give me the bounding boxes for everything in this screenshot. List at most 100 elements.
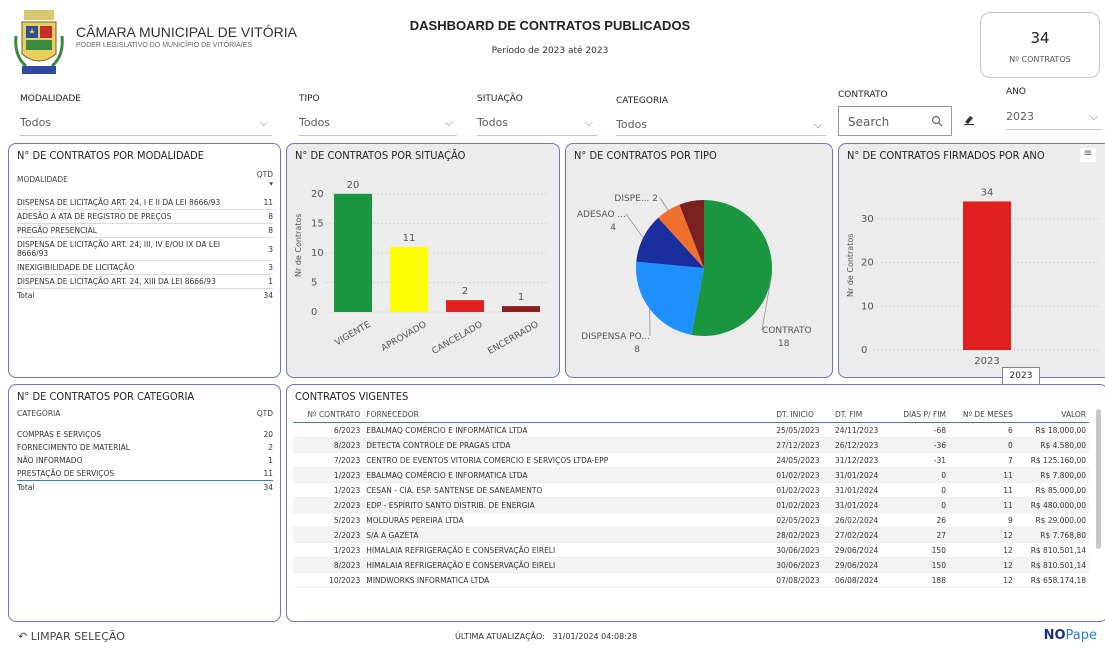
modalidade-name: DISPENSA DE LICITAÇÃO ART. 24, XIII DA L…: [17, 274, 252, 289]
table-row[interactable]: 1/2023 CESAN - CIA. ESP. SANTENSE DE SANE…: [293, 482, 1089, 498]
column-header[interactable]: DIAS P/ FIM: [890, 407, 949, 423]
table-row[interactable]: 5/2023 MOLDURAS PEREIRA LTDA 02/05/2023 26/…: [293, 512, 1089, 528]
tipo-panel-title: N° DE CONTRATOS POR TIPO: [574, 149, 717, 162]
col-modalidade[interactable]: MODALIDADE: [17, 168, 251, 196]
y-tick-label: 20: [861, 258, 874, 269]
bar[interactable]: [334, 193, 372, 312]
table-row[interactable]: DISPENSA DE LICITAÇÃO ART. 24, I E II DA…: [17, 196, 273, 210]
column-header[interactable]: Nº DE MESES: [948, 407, 1016, 423]
bar[interactable]: [446, 300, 484, 312]
modalidade-qtd: 1: [251, 274, 273, 289]
x-tick-label: 2023: [974, 356, 999, 367]
table-row[interactable]: 8/2023 DETECTA CONTROLE DE PRAGAS LTDA 27/…: [293, 437, 1089, 453]
ano-bar-chart: Nr de Contratos 0 10 20 30 34 2023: [846, 187, 1101, 367]
table-cell: 5/2023: [293, 512, 364, 528]
table-cell: 24/05/2023: [773, 452, 833, 468]
col-qtd[interactable]: QTD: [241, 407, 273, 428]
table-cell: 150: [890, 557, 949, 573]
table-row[interactable]: NÃO INFORMADO 1: [17, 454, 273, 467]
filter-situacao-dropdown[interactable]: Todos ⌵: [477, 116, 597, 136]
slice-label: ADESAO ...: [577, 210, 626, 220]
table-cell: 11: [948, 497, 1016, 513]
table-row[interactable]: 6/2023 EBALMAQ COMÉRCIO E INFORMÁTICA LTD…: [293, 422, 1089, 438]
col-categoria[interactable]: CATEGORIA: [17, 407, 241, 428]
filter-contrato-label: CONTRATO: [838, 90, 888, 100]
contracts-count-card: 34 Nº CONTRATOS: [980, 12, 1100, 78]
filter-tipo-dropdown[interactable]: Todos ⌵: [299, 116, 457, 136]
table-row[interactable]: 8/2023 HIMALAIA REFRIGERAÇÃO E CONSERVAÇÃ…: [293, 557, 1089, 573]
table-cell: 1/2023: [293, 542, 364, 558]
table-scrollbar[interactable]: [1096, 409, 1101, 549]
modalidade-qtd: 3: [251, 237, 273, 261]
table-cell: 31/12/2023: [832, 452, 891, 468]
last-update-value: 31/01/2024 04:08:28: [552, 632, 638, 641]
table-row[interactable]: 7/2023 CENTRO DE EVENTOS VITORIA COMERCIO…: [293, 452, 1089, 468]
filter-modalidade-dropdown[interactable]: Todos ⌵: [20, 116, 272, 136]
table-cell: R$ 658.174,18: [1015, 572, 1089, 588]
table-row[interactable]: DISPENSA DE LICITAÇÃO ART. 24, XIII DA L…: [17, 274, 273, 289]
table-row[interactable]: 2/2023 EDP - ESPÍRITO SANTO DISTRIB. DE E…: [293, 497, 1089, 513]
categoria-name: PRESTAÇÃO DE SERVIÇOS: [17, 469, 115, 478]
table-cell: 07/08/2023: [773, 572, 833, 588]
slice-label: DISPENSA PO...: [581, 332, 650, 342]
filter-icon[interactable]: ≡: [1080, 148, 1096, 162]
table-cell: 11: [948, 467, 1016, 483]
table-cell: 27: [890, 527, 949, 543]
table-cell: 25/05/2023: [773, 422, 833, 438]
contrato-search-input[interactable]: Search: [838, 106, 952, 136]
column-header[interactable]: DT. INICIO: [773, 407, 833, 423]
table-cell: HIMALAIA REFRIGERAÇÃO E CONSERVAÇÃO EIRE…: [363, 542, 774, 558]
slice-label: DISPE... 2: [614, 194, 658, 204]
table-cell: 31/01/2024: [832, 482, 891, 498]
slice-value: 4: [610, 223, 616, 233]
table-cell: 150: [890, 542, 949, 558]
contracts-count-value: 34: [1030, 29, 1050, 47]
table-cell: 7: [948, 452, 1016, 468]
table-row[interactable]: 2/2023 S/A A GAZETA 28/02/2023 27/02/2024 27…: [293, 527, 1089, 543]
column-header[interactable]: FORNECEDOR: [363, 407, 774, 423]
tipo-panel: N° DE CONTRATOS POR TIPO CONTRATO 18 DISPE…: [565, 143, 833, 378]
leader-line: [659, 197, 669, 211]
column-header[interactable]: VALOR: [1015, 407, 1089, 423]
table-cell: 26/02/2024: [832, 512, 891, 528]
x-tick-label: CANCELADO: [431, 320, 485, 357]
table-row[interactable]: FORNECIMENTO DE MATERIAL 2: [17, 441, 273, 454]
brand-logo-part-a: NO: [1043, 628, 1066, 643]
categoria-table: CATEGORIA QTD COMPRAS E SERVIÇOS 20 FORNEC…: [17, 407, 273, 494]
table-row[interactable]: 1/2023 HIMALAIA REFRIGERAÇÃO E CONSERVAÇÃ…: [293, 542, 1089, 558]
table-row[interactable]: DISPENSA DE LICITAÇÃO ART. 24, III, IV E…: [17, 237, 273, 261]
slice-value: 8: [634, 345, 640, 355]
last-update-label: ÚLTIMA ATUALIZAÇÃO:: [455, 632, 545, 641]
ano-panel-title: N° DE CONTRATOS FIRMADOS POR ANO: [847, 149, 1045, 162]
table-row[interactable]: 1/2023 EBALMAQ COMÉRCIO E INFORMATICA LTD…: [293, 467, 1089, 483]
table-row[interactable]: PREGÃO PRESENCIAL 8: [17, 223, 273, 238]
filter-categoria-dropdown[interactable]: Todos ⌵: [616, 118, 826, 136]
chevron-down-icon: ⌵: [584, 116, 593, 129]
sort-desc-icon: ▾: [269, 179, 273, 188]
bar[interactable]: [390, 247, 428, 312]
y-tick-label: 0: [311, 307, 317, 318]
table-row[interactable]: 10/2023 MINDWORKS INFORMATICA LTDA 07/08/2…: [293, 572, 1089, 588]
table-cell: 2/2023: [293, 497, 364, 513]
table-cell: 9: [948, 512, 1016, 528]
table-cell: -68: [890, 422, 949, 438]
column-header[interactable]: DT. FIM: [832, 407, 891, 423]
table-cell: 02/05/2023: [773, 512, 833, 528]
table-cell: 01/02/2023: [773, 497, 833, 513]
table-row[interactable]: INEXIGIBILIDADE DE LICITAÇÃO 3: [17, 260, 273, 275]
vigentes-table: Nº CONTRATO FORNECEDOR DT. INICIO DT. FIM DI…: [293, 407, 1089, 588]
filter-modalidade-value: Todos: [20, 116, 52, 129]
table-row[interactable]: COMPRAS E SERVIÇOS 20: [17, 428, 273, 441]
table-cell: R$ 4.580,00: [1015, 437, 1089, 453]
bar[interactable]: [502, 306, 540, 312]
y-tick-label: 20: [311, 189, 324, 200]
col-qtd[interactable]: QTD ▾: [251, 168, 273, 196]
table-row[interactable]: ADESÃO A ATA DE REGISTRO DE PREÇOS 8: [17, 209, 273, 224]
clear-selection-button[interactable]: ↶ LIMPAR SELEÇÃO: [18, 630, 125, 643]
eraser-icon[interactable]: [962, 112, 976, 126]
bar[interactable]: [963, 201, 1011, 350]
table-row[interactable]: PRESTAÇÃO DE SERVIÇOS 11: [17, 467, 273, 481]
column-header[interactable]: Nº CONTRATO: [293, 407, 364, 423]
filter-ano-dropdown[interactable]: 2023 ⌵: [1006, 110, 1102, 130]
table-cell: 1/2023: [293, 467, 364, 483]
